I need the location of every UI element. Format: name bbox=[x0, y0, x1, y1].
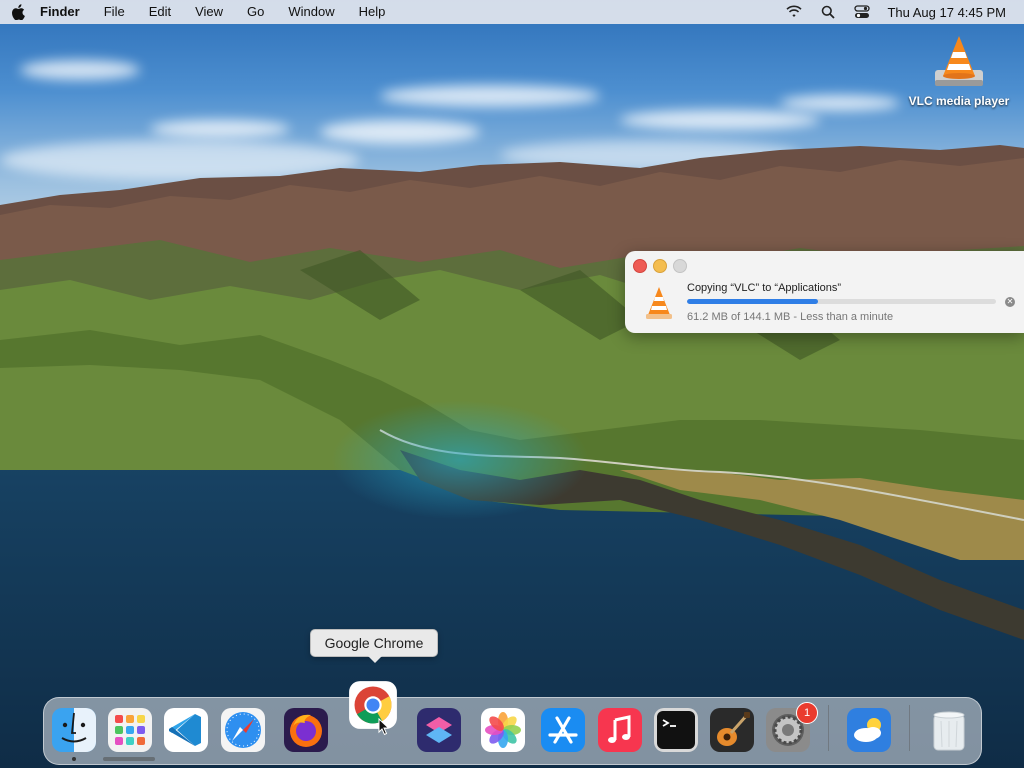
weather-icon bbox=[847, 708, 891, 752]
dock-garageband[interactable] bbox=[709, 707, 755, 753]
dock-music[interactable] bbox=[597, 707, 643, 753]
dock-firefox[interactable] bbox=[283, 707, 329, 753]
vlc-cone-icon bbox=[931, 32, 987, 92]
dock-finder[interactable] bbox=[51, 707, 97, 753]
close-button[interactable] bbox=[633, 259, 647, 273]
dock-trash[interactable] bbox=[926, 707, 972, 753]
apple-menu-icon[interactable] bbox=[0, 0, 36, 24]
spotlight-search-icon[interactable] bbox=[819, 3, 837, 21]
menu-help[interactable]: Help bbox=[347, 0, 398, 24]
menu-app-finder[interactable]: Finder bbox=[36, 0, 92, 24]
notification-badge: 1 bbox=[796, 702, 818, 724]
dock-shortcuts[interactable] bbox=[416, 707, 462, 753]
mouse-pointer-icon bbox=[378, 717, 390, 736]
garageband-icon bbox=[710, 708, 754, 752]
safari-icon bbox=[221, 708, 265, 752]
terminal-icon bbox=[654, 708, 698, 752]
copy-progress-dialog: Copying “VLC” to “Applications” ✕ 61.2 M… bbox=[625, 251, 1024, 333]
dock-terminal[interactable] bbox=[653, 707, 699, 753]
music-icon bbox=[598, 708, 642, 752]
dock-divider bbox=[828, 705, 829, 751]
firefox-icon bbox=[284, 708, 328, 752]
dock-launchpad[interactable] bbox=[107, 707, 153, 753]
desktop-wallpaper bbox=[0, 0, 1024, 768]
dock-divider-trash bbox=[909, 705, 910, 751]
dock-photos[interactable] bbox=[480, 707, 526, 753]
dock-weather[interactable] bbox=[846, 707, 892, 753]
dock-vscode[interactable] bbox=[163, 707, 209, 753]
dock-tooltip: Google Chrome bbox=[310, 629, 438, 663]
photos-icon bbox=[481, 708, 525, 752]
finder-icon bbox=[52, 708, 96, 752]
copy-progress-fill bbox=[687, 299, 819, 304]
zoom-button bbox=[673, 259, 687, 273]
launchpad-hover-indicator bbox=[103, 757, 155, 761]
menu-window[interactable]: Window bbox=[276, 0, 346, 24]
menu-view[interactable]: View bbox=[183, 0, 235, 24]
desktop-icon-label: VLC media player bbox=[908, 94, 1010, 108]
dock-app-store[interactable] bbox=[540, 707, 586, 753]
copy-progress-bar bbox=[687, 299, 996, 304]
trash-icon bbox=[933, 711, 965, 751]
wifi-icon[interactable] bbox=[785, 3, 803, 21]
stop-copy-button[interactable]: ✕ bbox=[1005, 297, 1015, 307]
menu-file[interactable]: File bbox=[92, 0, 137, 24]
finder-running-indicator bbox=[72, 757, 76, 761]
desktop-icon-vlc[interactable]: VLC media player bbox=[900, 32, 1018, 108]
vscode-icon bbox=[164, 708, 208, 752]
shortcuts-icon bbox=[417, 708, 461, 752]
menu-edit[interactable]: Edit bbox=[137, 0, 183, 24]
app-store-icon bbox=[541, 708, 585, 752]
menu-go[interactable]: Go bbox=[235, 0, 276, 24]
copy-dialog-status: 61.2 MB of 144.1 MB - Less than a minute bbox=[687, 311, 894, 323]
vlc-cone-icon bbox=[643, 285, 675, 321]
control-center-icon[interactable] bbox=[853, 3, 871, 21]
minimize-button[interactable] bbox=[653, 259, 667, 273]
chrome-icon bbox=[349, 681, 397, 729]
dock-safari[interactable] bbox=[220, 707, 266, 753]
copy-dialog-title: Copying “VLC” to “Applications” bbox=[687, 282, 842, 294]
launchpad-icon bbox=[108, 708, 152, 752]
menu-bar: Finder File Edit View Go Window Help Thu… bbox=[0, 0, 1024, 24]
dock-google-chrome[interactable] bbox=[348, 680, 398, 730]
menu-bar-clock[interactable]: Thu Aug 17 4:45 PM bbox=[887, 5, 1006, 20]
